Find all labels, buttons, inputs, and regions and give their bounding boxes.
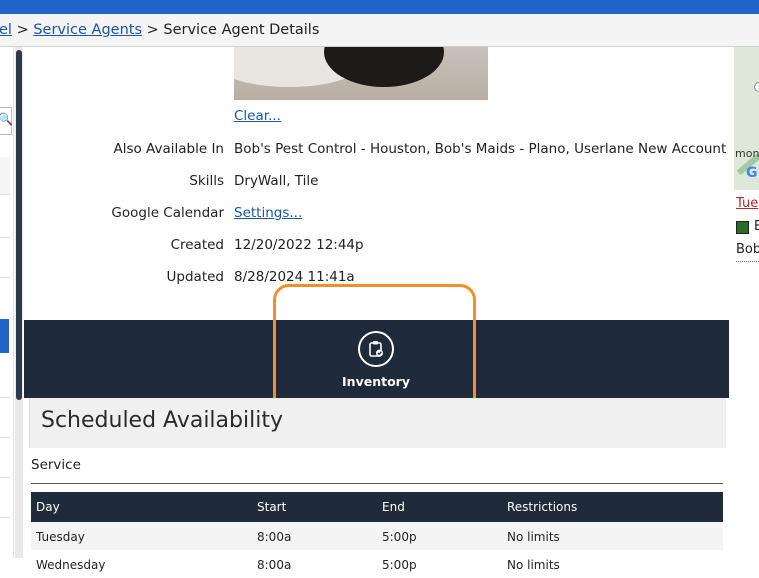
divider — [0, 517, 10, 518]
map-pin-icon — [754, 82, 759, 92]
detail-value: 12/20/2022 12:44p — [234, 237, 364, 253]
sidebar-search-button[interactable]: 🔍 — [0, 107, 13, 135]
top-app-bar — [0, 0, 759, 14]
scheduled-availability-header: Scheduled Availability — [29, 398, 726, 448]
legend-swatch — [736, 221, 749, 234]
detail-row-created: Created 12/20/2022 12:44p — [24, 234, 724, 256]
detail-label: Google Calendar — [111, 205, 224, 221]
agent-photo — [234, 47, 488, 100]
column-header-end: End — [382, 500, 405, 514]
detail-label: Skills — [189, 173, 224, 189]
cell-start: 8:00a — [257, 530, 292, 544]
column-header-start: Start — [257, 500, 287, 514]
breadcrumb-link-parent[interactable]: el — [0, 22, 12, 38]
sidebar-item-active[interactable] — [0, 319, 9, 353]
divider — [0, 477, 10, 478]
cell-restrictions: No limits — [507, 530, 560, 544]
detail-label: Updated — [166, 269, 224, 285]
breadcrumb-separator: > — [146, 22, 159, 38]
divider — [0, 397, 10, 398]
column-header-day: Day — [36, 500, 60, 514]
agent-name-label: Bob — [736, 242, 759, 262]
detail-row-skills: Skills DryWall, Tile — [24, 170, 724, 192]
cell-day: Wednesday — [36, 558, 106, 572]
day-link-tuesday[interactable]: Tue — [736, 196, 758, 211]
service-label: Service — [31, 457, 81, 473]
google-calendar-settings-link[interactable]: Settings... — [234, 202, 302, 224]
sidebar-item[interactable] — [0, 157, 10, 195]
detail-value: Bob's Pest Control - Houston, Bob's Maid… — [234, 141, 727, 157]
map-thumbnail[interactable]: mon G — [734, 47, 759, 190]
cell-day: Tuesday — [36, 530, 85, 544]
table-row[interactable]: Tuesday 8:00a 5:00p No limits — [31, 522, 723, 550]
search-icon: 🔍 — [0, 112, 13, 126]
cell-end: 5:00p — [382, 558, 417, 572]
detail-label: Also Available In — [113, 141, 224, 157]
section-title: Scheduled Availability — [41, 408, 283, 433]
table-row[interactable]: Wednesday 8:00a 5:00p No limits — [31, 550, 723, 578]
column-header-restrictions: Restrictions — [507, 500, 578, 514]
breadcrumb-separator: > — [16, 22, 29, 38]
cell-start: 8:00a — [257, 558, 292, 572]
cell-restrictions: No limits — [507, 558, 560, 572]
left-sidebar: 🔍 — [0, 47, 14, 558]
divider — [0, 277, 10, 278]
legend-label: B — [754, 219, 759, 234]
divider — [31, 483, 723, 484]
breadcrumb-current: Service Agent Details — [163, 22, 320, 38]
clear-photo-link[interactable]: Clear... — [234, 108, 281, 124]
breadcrumb-link-service-agents[interactable]: Service Agents — [33, 22, 142, 38]
detail-label: Created — [170, 237, 224, 253]
detail-row-also-available: Also Available In Bob's Pest Control - H… — [24, 138, 727, 160]
scrollbar-thumb[interactable] — [16, 50, 22, 400]
divider — [0, 237, 10, 238]
google-logo-icon: G — [746, 165, 758, 181]
detail-row-google-calendar: Google Calendar Settings... — [24, 202, 724, 224]
table-header: Day Start End Restrictions — [31, 492, 723, 522]
divider — [0, 437, 10, 438]
cell-end: 5:00p — [382, 530, 417, 544]
detail-value: DryWall, Tile — [234, 173, 319, 189]
map-label: mon — [735, 147, 759, 160]
breadcrumb: el > Service Agents > Service Agent Deta… — [0, 14, 759, 47]
